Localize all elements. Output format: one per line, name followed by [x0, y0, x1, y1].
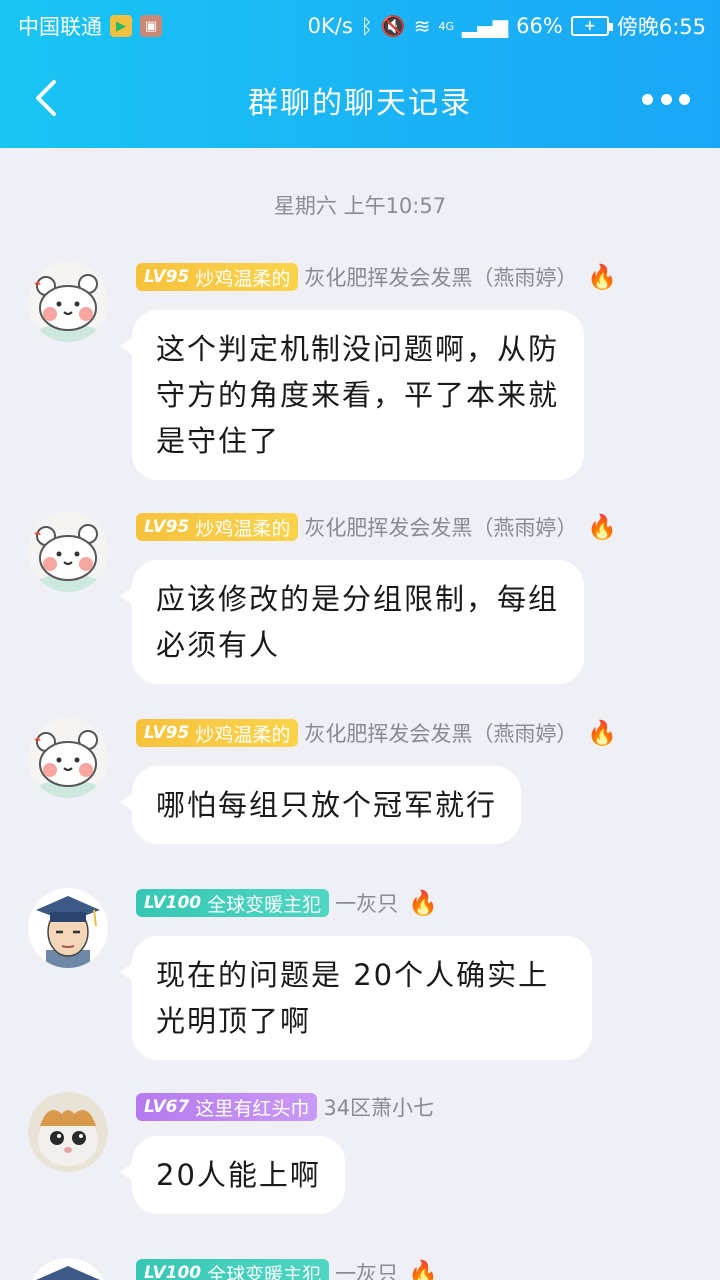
flame-icon: 🔥	[408, 1259, 439, 1280]
more-dot	[642, 93, 653, 105]
sender-meta: LV95 炒鸡温柔的 灰化肥挥发会发黑（燕雨婷） 🔥	[136, 512, 617, 542]
avatar-bear[interactable]	[28, 512, 108, 592]
back-chevron-icon	[36, 80, 56, 116]
sender-name[interactable]: 灰化肥挥发会发黑（燕雨婷）	[304, 718, 577, 748]
level-label: LV100	[144, 893, 202, 913]
header: 中国联通 ▶ ▣ 0K/s ᛒ 🔇 ≋ 4G ▂▄▆ 66% + 傍晚6:55 …	[0, 0, 720, 148]
sender-meta: LV100 全球变暖主犯 一灰只 🔥	[136, 1258, 438, 1280]
signal-type: 4G	[438, 19, 454, 33]
flame-icon: 🔥	[587, 513, 618, 541]
signal-icon: ▂▄▆	[461, 14, 509, 38]
level-label: LV95	[144, 517, 190, 537]
sender-meta: LV95 炒鸡温柔的 灰化肥挥发会发黑（燕雨婷） 🔥	[136, 262, 617, 292]
level-label: LV67	[144, 1097, 190, 1117]
message-bubble[interactable]: 20人能上啊	[120, 1136, 345, 1214]
level-label: LV100	[144, 1263, 202, 1280]
flame-icon: 🔥	[408, 889, 439, 917]
level-badge[interactable]: LV95 炒鸡温柔的	[136, 513, 299, 541]
message-bubble[interactable]: 这个判定机制没问题啊，从防守方的角度来看，平了本来就是守住了	[120, 310, 584, 480]
wifi-icon: ≋	[413, 14, 431, 38]
more-dot	[660, 93, 672, 105]
back-button[interactable]	[22, 74, 70, 122]
nav-bar: 群聊的聊天记录	[0, 52, 720, 148]
net-speed: 0K/s	[307, 14, 353, 38]
title-label: 炒鸡温柔的	[195, 723, 291, 746]
avatar-bear[interactable]	[28, 262, 108, 342]
sender-name[interactable]: 灰化肥挥发会发黑（燕雨婷）	[304, 262, 577, 292]
more-dot	[679, 93, 690, 105]
chat-timestamp: 星期六 上午10:57	[273, 194, 447, 218]
graduate-avatar-icon	[28, 1258, 108, 1280]
title-label: 炒鸡温柔的	[195, 517, 291, 540]
graduate-avatar-icon	[28, 888, 108, 968]
sender-name[interactable]: 一灰只	[335, 888, 398, 918]
sender-name[interactable]: 灰化肥挥发会发黑（燕雨婷）	[304, 512, 577, 542]
flame-icon: 🔥	[587, 719, 618, 747]
battery-icon: +	[570, 16, 613, 36]
sender-meta: LV100 全球变暖主犯 一灰只 🔥	[136, 888, 438, 918]
status-bar-right: 0K/s ᛒ 🔇 ≋ 4G ▂▄▆ 66% + 傍晚6:55	[308, 11, 706, 41]
level-label: LV95	[144, 723, 190, 743]
bear-avatar-icon	[28, 718, 108, 798]
bear-avatar-icon	[28, 512, 108, 592]
flame-icon: 🔥	[587, 263, 618, 291]
message-bubble[interactable]: 现在的问题是 20个人确实上光明顶了啊	[120, 936, 592, 1060]
level-badge[interactable]: LV100 全球变暖主犯	[136, 1259, 330, 1280]
avatar-bear[interactable]	[28, 718, 108, 798]
sender-meta: LV67 这里有红头巾 34区萧小七	[136, 1092, 434, 1122]
bear-avatar-icon	[28, 262, 108, 342]
message-bubble[interactable]: 应该修改的是分组限制，每组必须有人	[120, 560, 584, 684]
battery-percent: 66%	[516, 14, 563, 38]
video-app-icon: ▶	[110, 15, 132, 37]
level-badge[interactable]: LV95 炒鸡温柔的	[136, 263, 299, 291]
page-title: 群聊的聊天记录	[248, 86, 472, 121]
avatar-graduate[interactable]	[28, 1258, 108, 1280]
sender-name[interactable]: 34区萧小七	[323, 1092, 434, 1122]
title-label: 全球变暖主犯	[207, 1263, 322, 1280]
avatar-graduate[interactable]	[28, 888, 108, 968]
title-label: 全球变暖主犯	[207, 893, 322, 916]
cat-avatar-icon	[28, 1092, 108, 1172]
sender-name[interactable]: 一灰只	[335, 1258, 398, 1280]
title-label: 这里有红头巾	[195, 1097, 310, 1120]
level-badge[interactable]: LV95 炒鸡温柔的	[136, 719, 299, 747]
sender-meta: LV95 炒鸡温柔的 灰化肥挥发会发黑（燕雨婷） 🔥	[136, 718, 617, 748]
level-badge[interactable]: LV67 这里有红头巾	[136, 1093, 318, 1121]
carrier-label: 中国联通	[18, 15, 102, 39]
more-button[interactable]	[642, 82, 690, 116]
mute-icon: 🔇	[380, 14, 406, 38]
status-bar-left: 中国联通 ▶ ▣	[18, 11, 162, 41]
title-label: 炒鸡温柔的	[195, 267, 291, 290]
level-label: LV95	[144, 267, 190, 287]
avatar-cat[interactable]	[28, 1092, 108, 1172]
message-bubble[interactable]: 哪怕每组只放个冠军就行	[119, 766, 522, 844]
clock: 傍晚6:55	[616, 15, 706, 39]
status-bar: 中国联通 ▶ ▣ 0K/s ᛒ 🔇 ≋ 4G ▂▄▆ 66% + 傍晚6:55	[0, 0, 720, 52]
level-badge[interactable]: LV100 全球变暖主犯	[136, 889, 330, 917]
notification-app-icon: ▣	[140, 15, 162, 37]
bluetooth-icon: ᛒ	[360, 14, 373, 38]
